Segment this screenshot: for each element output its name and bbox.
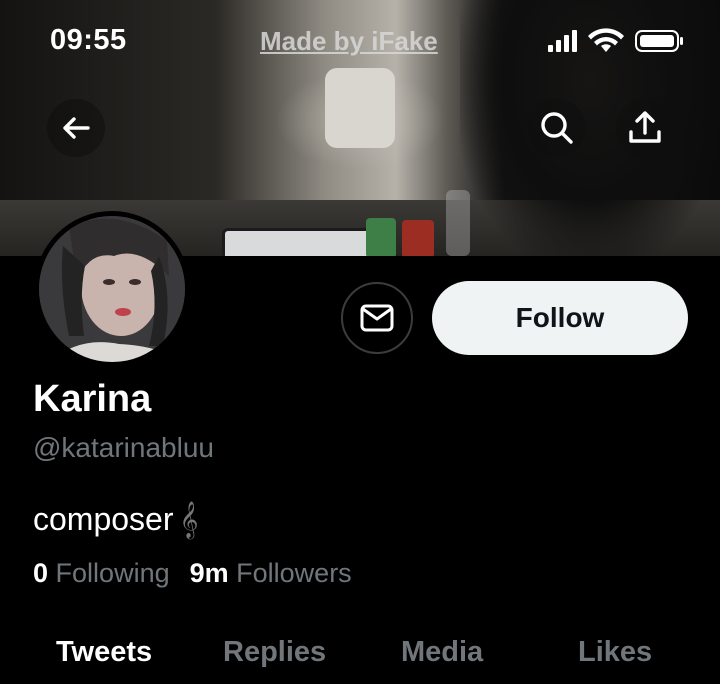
followers-label: Followers	[236, 558, 352, 588]
follow-button[interactable]: Follow	[432, 281, 688, 355]
followers-count: 9m	[189, 558, 229, 588]
banner-can-shape	[402, 220, 434, 256]
following-label: Following	[55, 558, 170, 588]
signal-icon	[548, 30, 577, 52]
search-icon	[541, 112, 573, 144]
message-button[interactable]	[341, 282, 413, 354]
status-icons	[548, 28, 683, 52]
watermark-text: Made by iFake	[260, 26, 438, 56]
following-count: 0	[33, 558, 49, 588]
envelope-icon	[360, 304, 394, 332]
tab-tweets[interactable]: Tweets	[56, 636, 152, 669]
profile-handle: @katarinabluu	[33, 432, 214, 463]
status-bar: 09:55 Made by iFake	[0, 0, 720, 84]
status-time: 09:55	[50, 24, 127, 56]
arrow-left-icon	[63, 117, 90, 139]
battery-icon	[635, 30, 683, 52]
profile-bio: composer 𝄞	[33, 500, 198, 539]
bio-text: composer	[33, 501, 174, 537]
tab-likes[interactable]: Likes	[578, 636, 652, 669]
followers-link[interactable]: 9m Followers	[190, 558, 352, 588]
following-link[interactable]: 0 Following	[33, 558, 170, 588]
share-icon	[629, 111, 661, 143]
share-button[interactable]	[616, 99, 674, 157]
profile-name: Karina	[33, 378, 152, 420]
back-button[interactable]	[47, 99, 105, 157]
profile-tabs: Tweets Replies Media Likes	[0, 636, 720, 684]
avatar-photo	[39, 216, 185, 362]
banner-can-shape	[366, 218, 396, 256]
avatar[interactable]	[34, 211, 190, 367]
tab-media[interactable]: Media	[401, 636, 483, 669]
profile-stats: 0 Following 9m Followers	[33, 558, 352, 589]
search-button[interactable]	[528, 99, 586, 157]
treble-clef-icon: 𝄞	[179, 500, 199, 538]
banner-laptop-shape	[222, 228, 378, 256]
wifi-icon	[588, 28, 624, 52]
tab-replies[interactable]: Replies	[223, 636, 326, 669]
